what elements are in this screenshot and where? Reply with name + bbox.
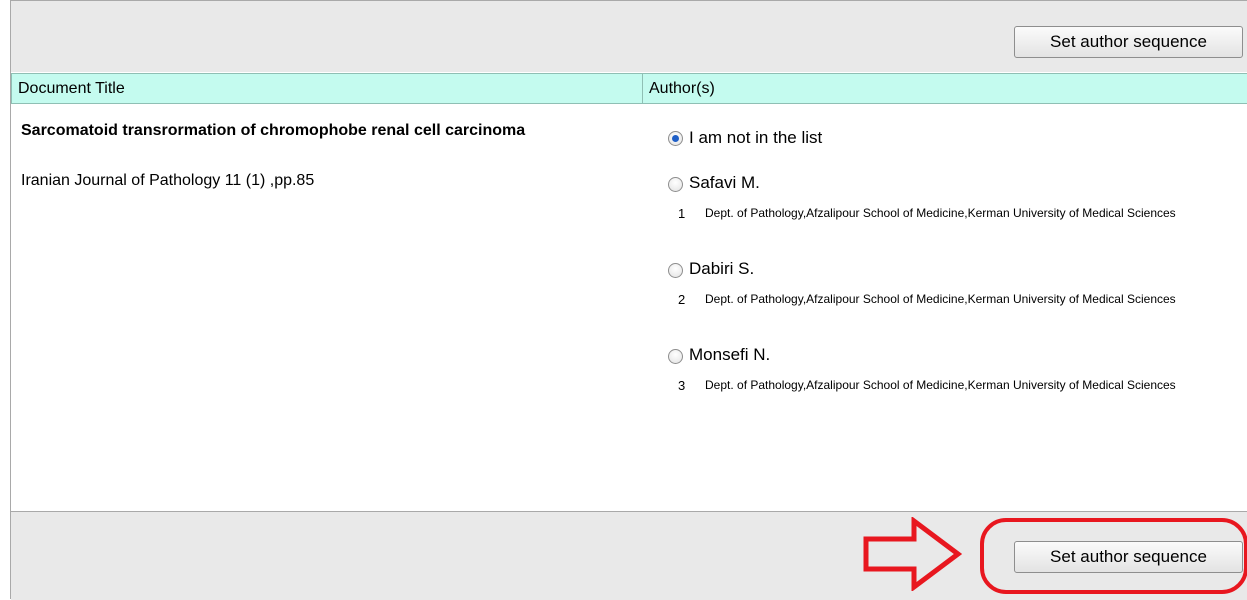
document-title: Sarcomatoid transrormation of chromophob…: [21, 122, 526, 139]
column-header-authors: Author(s): [642, 74, 1247, 103]
author-name: Safavi M.: [689, 173, 760, 192]
column-header-document-title: Document Title: [11, 74, 642, 103]
radio-author-3[interactable]: [668, 349, 683, 364]
author-number: 2: [678, 292, 686, 307]
right-arrow-icon: [863, 517, 962, 591]
radio-not-in-list[interactable]: [668, 131, 683, 146]
highlight-circle: [980, 518, 1247, 594]
radio-author-2[interactable]: [668, 263, 683, 278]
set-author-sequence-button-top[interactable]: Set author sequence: [1014, 26, 1243, 58]
author-name: Monsefi N.: [689, 345, 771, 364]
not-in-list-label: I am not in the list: [689, 128, 823, 147]
author-name: Dabiri S.: [689, 259, 755, 278]
publication-panel: Set author sequence Document Title Autho…: [10, 0, 1247, 600]
table-header: Document Title Author(s): [11, 73, 1247, 104]
document-source: Iranian Journal of Pathology 11 (1) ,pp.…: [21, 172, 315, 189]
top-toolbar: Set author sequence: [11, 1, 1247, 72]
author-affiliation: Dept. of Pathology,Afzalipour School of …: [705, 206, 1176, 220]
author-affiliation: Dept. of Pathology,Afzalipour School of …: [705, 292, 1176, 306]
author-affiliation: Dept. of Pathology,Afzalipour School of …: [705, 378, 1176, 392]
author-number: 3: [678, 378, 686, 393]
radio-author-1[interactable]: [668, 177, 683, 192]
author-number: 1: [678, 206, 686, 221]
